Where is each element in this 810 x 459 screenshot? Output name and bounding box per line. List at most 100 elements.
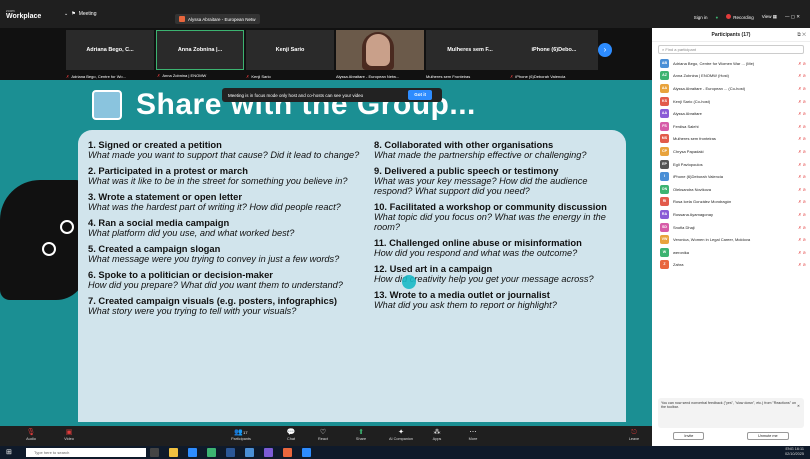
participant-name: Alyssa Abraitare [673, 111, 702, 117]
item-heading: 4. Ran a social media campaign [88, 217, 230, 228]
tile-name: Anna Zobnina |... [177, 47, 223, 53]
item-question: What platform did you use, and what work… [88, 228, 295, 238]
participant-row[interactable]: AA Alyssa Abraitare ✗ ⊘ [652, 107, 810, 120]
window-controls[interactable]: — ▢ ✕ [785, 14, 800, 20]
avatar: AA [660, 109, 669, 119]
chrome-icon[interactable] [283, 448, 292, 457]
video-tile[interactable]: Mulheres sem F... Mulheres sem Fronteira… [426, 30, 514, 79]
participant-row[interactable]: SD Snofia Dhaji ✗ ⊘ [652, 221, 810, 234]
tile-label: ✗ Adriana Bego, Centre for Wo... [66, 74, 154, 79]
clock-date: 02/10/2025 [784, 452, 804, 456]
list-item: 1. Signed or created a petition What made… [88, 139, 368, 161]
participant-row[interactable]: ON Oleksandra Novikova ✗ ⊘ [652, 183, 810, 196]
zoom-icon[interactable] [302, 448, 311, 457]
sparkle-icon: ✦ [398, 429, 404, 436]
participant-row[interactable]: MS Mulheres sem fronteiras ✗ ⊘ [652, 133, 810, 146]
item-question: What was your key message? How did the a… [374, 176, 588, 196]
participants-button[interactable]: 👥17 Participants [226, 428, 256, 441]
mic-off-icon: ✗ ⊘ [798, 211, 806, 217]
chevron-right-icon[interactable]: › [598, 43, 612, 57]
panel-buttons: Invite Unmute me [652, 432, 810, 440]
participant-row[interactable]: AZ Anna Zobnina | ENOMW (Host) ✗ ⊘ [652, 70, 810, 83]
teams-icon[interactable] [264, 448, 273, 457]
slide-board: 1. Signed or created a petition What made… [78, 130, 626, 422]
item-heading: 1. Signed or created a petition [88, 139, 222, 150]
file-explorer-icon[interactable] [169, 448, 178, 457]
word-icon[interactable] [226, 448, 235, 457]
participant-row[interactable]: IiPhone (6)Deborah Valencia ✗ ⊘ [652, 170, 810, 183]
item-heading: 9. Delivered a public speech or testimon… [374, 165, 559, 176]
mic-off-icon: ✗ ⊘ [798, 237, 806, 243]
leave-button[interactable]: ⎋ Leave [622, 428, 646, 441]
item-heading: 3. Wrote a statement or open letter [88, 191, 243, 202]
audio-button[interactable]: 🎙 Audio [16, 428, 46, 441]
avatar: FS [660, 121, 669, 131]
participant-search-input[interactable]: ⌕ Find a participant [658, 45, 804, 54]
participant-row[interactable]: CP Chrysa Papadaki ✗ ⊘ [652, 145, 810, 158]
item-heading: 12. Used art in a campaign [374, 263, 493, 274]
excel-icon[interactable] [207, 448, 216, 457]
participant-row[interactable]: KS Kenji Sario (Co-host) ✗ ⊘ [652, 95, 810, 108]
video-tile[interactable]: Adriana Bego, C... ✗ Adriana Bego, Centre… [66, 30, 154, 79]
list-item: 7. Created campaign visuals (e.g. poster… [88, 296, 368, 317]
list-item: 6. Spoke to a politician or decision-mak… [88, 270, 368, 291]
more-button[interactable]: ⋯ More [458, 428, 488, 441]
participant-name: Snofia Dhaji [673, 224, 695, 230]
got-it-button[interactable]: Got it [408, 90, 432, 100]
task-view-icon[interactable] [150, 448, 159, 457]
windows-taskbar: ⊞ Type here to search ENG 16:11 02/10/20… [0, 446, 810, 459]
invite-button[interactable]: Invite [673, 432, 705, 440]
ai-companion-button[interactable]: ✦ AI Companion [386, 428, 416, 441]
participant-list: AB Adriana Bego, Centre for Women War ...… [652, 57, 810, 271]
video-button[interactable]: ▣ Video [54, 428, 84, 441]
close-icon[interactable]: ⧉ ✕ [797, 28, 806, 42]
mic-off-icon: ✗ ⊘ [798, 98, 806, 104]
item-question: What was it like to be in the street for… [88, 176, 348, 186]
item-question: What made you want to support that cause… [88, 150, 360, 160]
mic-off-icon: ✗ ⊘ [798, 161, 806, 167]
windows-start-icon[interactable]: ⊞ [6, 448, 15, 457]
recording-indicator[interactable]: Recording [726, 14, 754, 20]
participant-name: Alyssa Abraitare - European ... (Co-host… [673, 85, 746, 91]
participant-row[interactable]: Z Zahra ✗ ⊘ [652, 259, 810, 272]
outlook-icon[interactable] [245, 448, 254, 457]
topbar-right: Sign in ● Recording View ▦ — ▢ ✕ [694, 14, 800, 20]
participant-row[interactable]: AA Alyssa Abraitare - European ... (Co-ho… [652, 82, 810, 95]
participant-row[interactable]: VW Veronica, Women in Legal Career, Moldo… [652, 233, 810, 246]
react-button[interactable]: ♡ React [308, 428, 338, 441]
mic-off-icon: ✗ ⊘ [798, 73, 806, 79]
chat-button[interactable]: 💬 Chat [276, 428, 306, 441]
participant-row[interactable]: EP Egli Pavlopoulos ✗ ⊘ [652, 158, 810, 171]
edge-icon[interactable] [188, 448, 197, 457]
panel-title: Participants (17) [711, 32, 751, 38]
share-button[interactable]: ⬆ Share [346, 428, 376, 441]
participant-row[interactable]: RI Rosa Icela González Mondragón ✗ ⊘ [652, 196, 810, 209]
video-tile-camera[interactable]: Alyssa Abraitare - European Netw... [336, 30, 424, 79]
avatar: KS [660, 96, 669, 106]
taskbar-search-input[interactable]: Type here to search [26, 448, 146, 457]
tile-label: ✗ Kenji Sario [246, 74, 334, 79]
screen-share-indicator[interactable]: Alyssa Abraitare - European Netw [175, 14, 260, 24]
meeting-menu[interactable]: ⌄ ⚑ Meeting [64, 11, 96, 17]
people-icon: 👥17 [234, 429, 248, 436]
participant-row[interactable]: Wweronika ✗ ⊘ [652, 246, 810, 259]
video-tile[interactable]: Anna Zobnina |... ✗ Anna Zobnina | ENOMW [156, 30, 244, 78]
unmute-me-button[interactable]: Unmute me [747, 432, 789, 440]
language-indicator: ENG [785, 447, 794, 451]
video-tile[interactable]: Kenji Sario ✗ Kenji Sario [246, 30, 334, 79]
participant-row[interactable]: AB Adriana Bego, Centre for Women War ...… [652, 57, 810, 70]
shield-icon[interactable]: ● [716, 15, 719, 20]
apps-button[interactable]: ⁂ Apps [422, 428, 452, 441]
chat-icon: 💬 [286, 429, 296, 436]
view-button[interactable]: View ▦ [762, 14, 777, 20]
shared-screen: Share with the Group... Meeting is in fo… [0, 80, 652, 426]
participant-row[interactable]: RA Rossana Ayamagonay ✗ ⊘ [652, 208, 810, 221]
system-tray[interactable]: ENG 16:11 02/10/2025 [785, 447, 804, 457]
video-tile[interactable]: iPhone (6)Debo... ✗ iPhone (6)Deborah Val… [510, 30, 598, 79]
taskbar-apps [150, 448, 311, 457]
close-icon[interactable]: ✕ [797, 404, 800, 408]
participant-row[interactable]: FS Ferdisa Salehi ✗ ⊘ [652, 120, 810, 133]
view-label: View [761, 14, 772, 19]
participant-name: Chrysa Papadaki [673, 148, 704, 154]
sign-in-link[interactable]: Sign in [694, 15, 708, 20]
